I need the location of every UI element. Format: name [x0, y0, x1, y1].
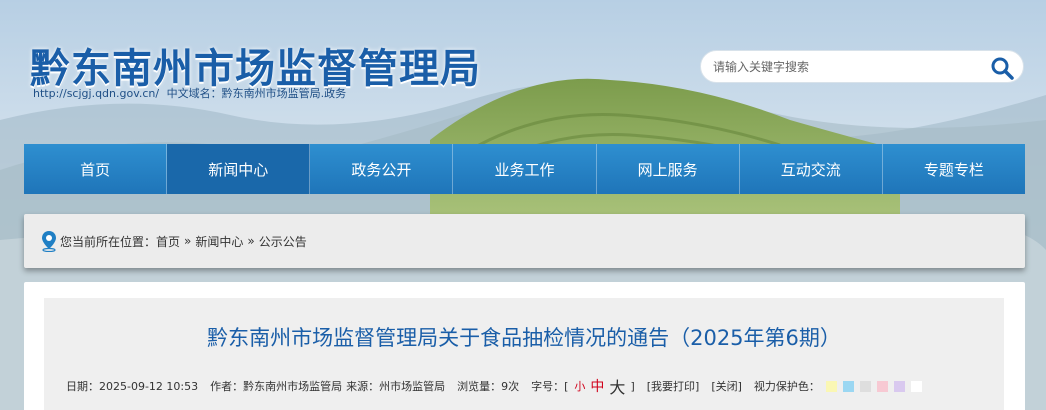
eye-color-swatch-purple[interactable]	[893, 380, 905, 392]
font-size-small-button[interactable]: 小	[574, 378, 585, 394]
eye-protection-label: 视力保护色：	[753, 380, 820, 393]
nav-item-gov-affairs[interactable]: 政务公开	[310, 144, 454, 194]
nav-item-online-service[interactable]: 网上服务	[597, 144, 740, 194]
search-box	[700, 50, 1024, 83]
article-views: 浏览量：9次	[457, 380, 520, 393]
article-title: 黔东南州市场监督管理局关于食品抽检情况的通告（2025年第6期）	[207, 326, 841, 350]
search-button[interactable]	[989, 55, 1015, 81]
print-button[interactable]: [我要打印]	[647, 378, 700, 394]
breadcrumb-prefix: 您当前所在位置：	[60, 234, 157, 249]
article-author: 作者：黔东南州市场监管局	[210, 380, 343, 393]
article-header: 黔东南州市场监督管理局关于食品抽检情况的通告（2025年第6期） 日期：2025…	[44, 298, 1004, 410]
search-input[interactable]	[713, 58, 983, 76]
breadcrumb-home[interactable]: 首页	[156, 233, 180, 250]
font-size-large-button[interactable]: 大	[609, 374, 625, 398]
main-nav: 首页 新闻中心 政务公开 业务工作 网上服务 互动交流 专题专栏	[24, 144, 1025, 194]
chinese-domain-label: 中文域名：黔东南州市场监管局.政务	[166, 87, 347, 100]
breadcrumb-news[interactable]: 新闻中心	[195, 233, 243, 250]
nav-item-special-topics[interactable]: 专题专栏	[883, 144, 1025, 194]
article-source: 来源：州市场监管局	[346, 380, 446, 393]
content-card: 黔东南州市场监督管理局关于食品抽检情况的通告（2025年第6期） 日期：2025…	[24, 282, 1025, 410]
font-size-medium-button[interactable]: 中	[590, 376, 604, 396]
breadcrumb-separator: »	[184, 234, 192, 248]
close-button[interactable]: [关闭]	[711, 378, 742, 394]
search-icon	[991, 57, 1014, 80]
eye-color-swatch-blue[interactable]	[842, 380, 854, 392]
site-url-link[interactable]: http://scjgj.qdn.gov.cn/	[33, 87, 159, 100]
font-size-bracket-close: ]	[630, 379, 635, 393]
nav-item-interaction[interactable]: 互动交流	[740, 144, 883, 194]
article-meta: 日期：2025-09-12 10:53 作者：黔东南州市场监管局 来源：州市场监…	[66, 374, 1006, 398]
breadcrumb: 您当前所在位置： 首页 » 新闻中心 » 公示公告	[24, 214, 1025, 268]
nav-item-home[interactable]: 首页	[24, 144, 168, 194]
site-subtitle: http://scjgj.qdn.gov.cn/ 中文域名：黔东南州市场监管局.…	[33, 85, 350, 101]
nav-item-news[interactable]: 新闻中心	[167, 144, 311, 194]
eye-color-swatch-pink[interactable]	[876, 380, 888, 392]
breadcrumb-notices[interactable]: 公示公告	[259, 233, 307, 250]
nav-item-business[interactable]: 业务工作	[453, 144, 597, 194]
eye-color-swatch-yellow[interactable]	[825, 380, 837, 392]
breadcrumb-separator: »	[247, 234, 255, 248]
eye-color-swatch-white[interactable]	[910, 380, 922, 392]
font-size-label: 字号：[	[531, 380, 569, 393]
eye-color-swatch-gray[interactable]	[859, 380, 871, 392]
article-date: 日期：2025-09-12 10:53	[66, 380, 199, 393]
location-pin-icon	[42, 231, 56, 252]
